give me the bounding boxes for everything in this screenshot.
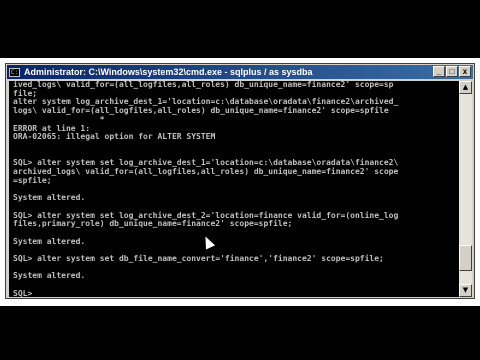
window-title: Administrator: C:\Windows\system32\cmd.e… — [24, 67, 313, 77]
maximize-button[interactable]: □ — [446, 66, 458, 77]
scroll-thumb[interactable] — [459, 245, 472, 271]
letterbox-bottom — [0, 306, 480, 360]
close-button[interactable]: x — [459, 66, 471, 77]
window-controls: _ □ x — [433, 66, 471, 77]
scroll-up-button[interactable]: ▲ — [459, 81, 472, 94]
console-output[interactable]: ived_logs\ valid_for=(all_logfiles,all_r… — [9, 81, 460, 297]
letterbox-top — [0, 0, 480, 58]
cmd-icon[interactable]: C: — [9, 67, 20, 77]
vertical-scrollbar[interactable]: ▲ ▼ — [459, 81, 472, 297]
console-text: ived_logs\ valid_for=(all_logfiles,all_r… — [13, 81, 399, 297]
title-bar[interactable]: C: Administrator: C:\Windows\system32\cm… — [7, 65, 473, 79]
cmd-window: C: Administrator: C:\Windows\system32\cm… — [5, 63, 475, 299]
minimize-button[interactable]: _ — [433, 66, 445, 77]
scroll-down-button[interactable]: ▼ — [459, 284, 472, 297]
